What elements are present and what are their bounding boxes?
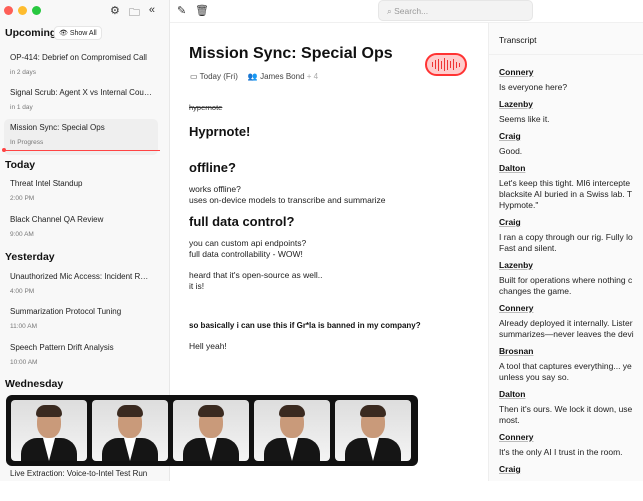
speaker-name[interactable]: Dalton	[499, 389, 633, 399]
video-icon: ▭	[190, 72, 200, 81]
speaker-name[interactable]: Craig	[499, 464, 633, 474]
paragraph: full data controllability - WOW!	[189, 249, 303, 259]
edit-icon[interactable]: ✎	[177, 4, 186, 17]
speaker-name[interactable]: Connery	[499, 67, 633, 77]
meeting-item[interactable]: Signal Scrub: Agent X vs Internal Counte…	[4, 84, 158, 120]
recording-button[interactable]	[425, 53, 467, 76]
speaker-name[interactable]: Craig	[499, 217, 633, 227]
transcript-text: Built for operations where nothing c cha…	[499, 275, 633, 296]
close-window-button[interactable]	[4, 6, 13, 15]
transcript-text: Seems like it.	[499, 114, 550, 124]
transcript-text: Is everyone here?	[499, 82, 568, 92]
paragraph: uses on-device models to transcribe and …	[189, 195, 386, 205]
speaker-name[interactable]: Craig	[499, 131, 633, 141]
section-yesterday: Yesterday	[5, 251, 55, 263]
speaker-name[interactable]: Lazenby	[499, 260, 633, 270]
meeting-title: Black Channel QA Review	[10, 215, 104, 224]
meeting-date[interactable]: ▭ Today (Fri)	[190, 72, 238, 81]
transcript-text: A tool that captures everything... ye un…	[499, 361, 632, 382]
bold-paragraph: so basically i can use this if Gr*la is …	[189, 321, 421, 330]
meeting-title: OP-414: Debrief on Compromised Call	[10, 53, 147, 62]
portrait-photo	[254, 400, 330, 461]
meeting-title: Threat Intel Standup	[10, 179, 83, 188]
speaker-name[interactable]: Lazenby	[499, 99, 633, 109]
section-upcoming: Upcoming	[5, 27, 57, 39]
meeting-item[interactable]: Live Extraction: Voice-to-Intel Test Run	[4, 465, 158, 501]
speaker-name[interactable]: Connery	[499, 432, 633, 442]
meeting-title: Live Extraction: Voice-to-Intel Test Run	[10, 469, 148, 478]
section-wednesday: Wednesday	[5, 378, 64, 390]
speaker-name[interactable]: Brosnan	[499, 346, 633, 356]
meeting-item[interactable]: OP-414: Debrief on Compromised Call in 2 …	[4, 49, 158, 85]
meeting-title: Speech Pattern Drift Analysis	[10, 343, 114, 352]
trash-icon[interactable]: 🗑	[195, 4, 209, 17]
portrait-photo	[335, 400, 411, 461]
maximize-window-button[interactable]	[32, 6, 41, 15]
meeting-title: Mission Sync: Special Ops	[10, 123, 105, 132]
heading: offline?	[189, 160, 236, 175]
meeting-item[interactable]: Unauthorized Mic Access: Incident Report…	[4, 268, 158, 304]
transcript-text: I ran a copy through our rig. Fully lo F…	[499, 232, 633, 253]
meeting-title: Unauthorized Mic Access: Incident Report	[10, 272, 152, 281]
paragraph: heard that it's open-source as well..	[189, 270, 323, 280]
photo-strip	[6, 395, 418, 466]
meeting-item[interactable]: Speech Pattern Drift Analysis 10:00 AM	[4, 339, 158, 375]
transcript-panel: Transcript Connery Is everyone here? Lazen…	[488, 23, 643, 481]
meeting-time: in 2 days	[10, 69, 37, 76]
paragraph: Hell yeah!	[189, 341, 227, 351]
note-title[interactable]: Mission Sync: Special Ops	[189, 45, 393, 63]
portrait-photo	[11, 400, 87, 461]
transcript-text: It's the only AI I trust in the room.	[499, 447, 623, 457]
meeting-time: 2:00 PM	[10, 195, 35, 202]
meeting-title: Summarization Protocol Tuning	[10, 307, 122, 316]
people-icon: 👥	[247, 72, 261, 81]
meeting-status: In Progress	[10, 139, 44, 146]
portrait-photo	[92, 400, 168, 461]
search-input[interactable]: ⌕ Search...	[378, 0, 533, 21]
search-placeholder: Search...	[394, 6, 429, 16]
current-time-indicator	[2, 148, 160, 152]
transcript-text: Good.	[499, 146, 523, 156]
date-label: Today (Fri)	[199, 72, 238, 81]
paragraph: you can custom api endpoints?	[189, 238, 307, 248]
participant-count: + 4	[306, 72, 319, 81]
collapse-sidebar-icon[interactable]: «	[149, 4, 155, 23]
window-controls	[4, 6, 41, 15]
meeting-title: Signal Scrub: Agent X vs Internal Counte…	[10, 88, 152, 97]
heading: full data control?	[189, 214, 295, 229]
paragraph: works offline?	[189, 184, 241, 194]
meeting-time: 9:00 AM	[10, 231, 34, 238]
transcript-title: Transcript	[489, 23, 643, 55]
note-body[interactable]: hypernote Hyprnote! offline? works offli…	[189, 103, 479, 352]
heading: Hyprnote!	[189, 124, 251, 139]
speaker-name[interactable]: Connery	[499, 303, 633, 313]
meeting-time: 4:00 PM	[10, 288, 35, 295]
minimize-window-button[interactable]	[18, 6, 27, 15]
transcript-text: Let's keep this tight. MI6 intercepte bl…	[499, 178, 633, 210]
show-all-button[interactable]: 👁 Show All	[54, 26, 102, 40]
participant-name: James Bond	[260, 72, 305, 81]
strikethrough-text: hypernote	[189, 103, 223, 112]
toolbar: ✎ 🗑 ⌕ Search...	[170, 0, 643, 23]
folder-search-icon[interactable]: 🗀	[129, 4, 140, 23]
meeting-item[interactable]: Black Channel QA Review 9:00 AM	[4, 211, 158, 247]
speaker-name[interactable]: Dalton	[499, 163, 633, 173]
settings-icon[interactable]: ⚙	[110, 4, 120, 23]
meeting-time: 10:00 AM	[10, 359, 38, 366]
paragraph: it is!	[189, 281, 205, 291]
meeting-time: in 1 day	[10, 104, 33, 111]
section-today: Today	[5, 159, 36, 171]
transcript-text: Already deployed it internally. Lister s…	[499, 318, 634, 339]
participants[interactable]: 👥 James Bond + 4	[248, 72, 318, 81]
meeting-item[interactable]: Threat Intel Standup 2:00 PM	[4, 175, 158, 211]
meeting-time: 11:00 AM	[10, 323, 37, 330]
eye-icon: 👁	[59, 30, 70, 37]
portrait-photo	[173, 400, 249, 461]
meeting-item[interactable]: Summarization Protocol Tuning 11:00 AM	[4, 303, 158, 339]
show-all-label: Show All	[69, 30, 97, 37]
transcript-text: Then it's ours. We lock it down, use mos…	[499, 404, 633, 425]
